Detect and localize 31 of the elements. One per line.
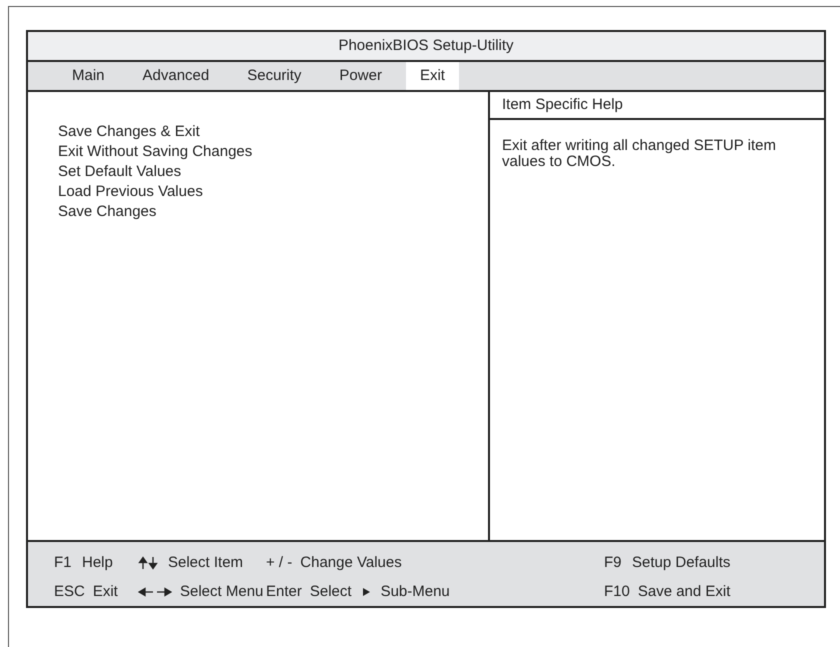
- key-action: Exit: [92, 583, 118, 600]
- up-down-arrows-icon: [138, 556, 160, 570]
- key-action: Select: [310, 583, 352, 600]
- key-name: F10: [604, 583, 630, 600]
- triangle-right-icon: [362, 586, 371, 596]
- key-name: + / -: [266, 554, 292, 571]
- key-action: Setup Defaults: [632, 554, 730, 571]
- left-right-arrows-icon: [138, 586, 172, 596]
- menu-item[interactable]: Exit Without Saving Changes: [58, 142, 488, 162]
- menu-item[interactable]: Load Previous Values: [58, 182, 488, 202]
- key-name: F1: [54, 554, 73, 571]
- menu-item[interactable]: Save Changes: [58, 202, 488, 222]
- key-action: Help: [82, 554, 113, 571]
- menu-tab[interactable]: Exit: [406, 62, 459, 90]
- help-title: Item Specific Help: [490, 92, 824, 120]
- key-name: ESC: [54, 583, 85, 600]
- menu-item[interactable]: Set Default Values: [58, 162, 488, 182]
- menu-tab[interactable]: Power: [325, 62, 396, 90]
- key-name: Enter: [266, 583, 302, 600]
- key-action: Change Values: [300, 554, 402, 571]
- help-text: Exit after writing all changed SETUP item values to CMOS.: [501, 136, 778, 170]
- key-action: Select Menu: [180, 583, 264, 600]
- menu-item[interactable]: Save Changes & Exit: [58, 122, 488, 142]
- key-action: Save and Exit: [638, 583, 730, 600]
- menu-tab[interactable]: Advanced: [128, 62, 224, 90]
- key-action: Sub-Menu: [380, 583, 450, 600]
- menu-tab[interactable]: Security: [233, 62, 316, 90]
- menu-tab[interactable]: Main: [58, 62, 119, 90]
- key-name: F9: [604, 554, 623, 571]
- window-title: PhoenixBIOS Setup-Utility: [28, 32, 824, 62]
- key-action: Select Item: [168, 554, 244, 571]
